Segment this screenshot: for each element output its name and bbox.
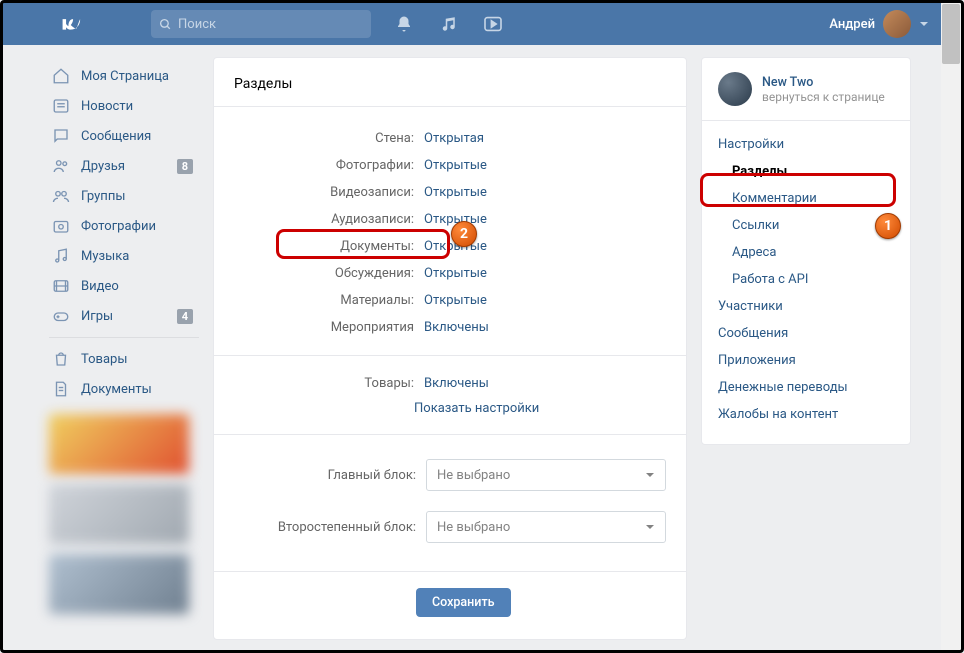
nav-music[interactable]: Музыка xyxy=(49,241,199,271)
row-wall: Стена:Открытая xyxy=(214,125,686,152)
left-sidebar: Моя Страница Новости Сообщения Друзья8 Г… xyxy=(49,57,199,614)
save-button[interactable]: Сохранить xyxy=(416,588,511,617)
games-icon xyxy=(51,306,71,326)
rnav-settings[interactable]: Настройки xyxy=(702,131,910,158)
nav-goods[interactable]: Товары xyxy=(49,344,199,374)
row-discussions: Обсуждения:Открытые xyxy=(214,260,686,287)
blurred-widget xyxy=(49,484,189,544)
video-icon xyxy=(51,276,71,296)
row-goods: Товары:Включены xyxy=(214,370,686,397)
badge: 8 xyxy=(177,159,193,174)
secondary-block-select[interactable]: Не выбрано xyxy=(426,511,666,543)
header-icons xyxy=(395,15,503,33)
msg-icon xyxy=(51,126,71,146)
home-icon xyxy=(51,66,71,86)
rnav-comments[interactable]: Комментарии xyxy=(702,185,910,212)
music-nav-icon xyxy=(51,246,71,266)
play-icon[interactable] xyxy=(483,16,503,32)
rnav-sections[interactable]: Разделы xyxy=(702,158,910,185)
rnav-addresses[interactable]: Адреса xyxy=(702,239,910,266)
blurred-widget xyxy=(49,414,189,474)
docs-icon xyxy=(51,379,71,399)
username: Андрей xyxy=(829,17,875,32)
shop-icon xyxy=(51,349,71,369)
blurred-widget xyxy=(49,554,189,614)
chevron-down-icon xyxy=(919,19,929,29)
row-docs: Документы:Открытые xyxy=(214,233,686,260)
callout-badge-2: 2 xyxy=(451,221,477,247)
nav-photos[interactable]: Фотографии xyxy=(49,211,199,241)
badge: 4 xyxy=(177,309,193,324)
row-videos: Видеозаписи:Открытые xyxy=(214,179,686,206)
groups-icon xyxy=(51,186,71,206)
chevron-down-icon xyxy=(645,470,655,480)
row-events: МероприятияВключены xyxy=(214,314,686,341)
chevron-down-icon xyxy=(645,522,655,532)
avatar xyxy=(883,10,911,38)
user-menu[interactable]: Андрей xyxy=(829,10,929,38)
nav-friends[interactable]: Друзья8 xyxy=(49,151,199,181)
back-link[interactable]: вернуться к странице xyxy=(762,90,885,104)
music-icon[interactable] xyxy=(439,15,457,33)
group-name: New Two xyxy=(762,75,885,90)
rnav-messages[interactable]: Сообщения xyxy=(702,320,910,347)
search-input[interactable]: Поиск xyxy=(151,10,371,38)
main-panel: Разделы Стена:Открытая Фотографии:Открыт… xyxy=(213,57,687,640)
nav-docs[interactable]: Документы xyxy=(49,374,199,404)
group-header[interactable]: New Two вернуться к странице xyxy=(702,72,910,120)
main-block-select[interactable]: Не выбрано xyxy=(426,459,666,491)
search-icon xyxy=(159,18,172,31)
callout-badge-1: 1 xyxy=(875,213,901,239)
secondary-block-row: Второстепенный блок: Не выбрано xyxy=(214,501,686,553)
nav-groups[interactable]: Группы xyxy=(49,181,199,211)
bell-icon[interactable] xyxy=(395,15,413,33)
rnav-members[interactable]: Участники xyxy=(702,293,910,320)
nav-messages[interactable]: Сообщения xyxy=(49,121,199,151)
row-audios: Аудиозаписи:Открытые xyxy=(214,206,686,233)
top-header: Поиск Андрей xyxy=(3,3,941,45)
nav-video[interactable]: Видео xyxy=(49,271,199,301)
scrollbar-thumb[interactable] xyxy=(942,4,960,64)
nav-games[interactable]: Игры4 xyxy=(49,301,199,331)
rnav-money[interactable]: Денежные переводы xyxy=(702,374,910,401)
rnav-api[interactable]: Работа с API xyxy=(702,266,910,293)
page-title: Разделы xyxy=(214,58,686,107)
row-photos: Фотографии:Открытые xyxy=(214,152,686,179)
search-placeholder: Поиск xyxy=(178,17,216,32)
photo-icon xyxy=(51,216,71,236)
vk-logo[interactable] xyxy=(55,11,83,43)
scrollbar[interactable] xyxy=(941,3,961,650)
right-panel: New Two вернуться к странице Настройки Р… xyxy=(701,57,911,445)
news-icon xyxy=(51,96,71,116)
nav-news[interactable]: Новости xyxy=(49,91,199,121)
nav-my-page[interactable]: Моя Страница xyxy=(49,61,199,91)
friends-icon xyxy=(51,156,71,176)
rnav-apps[interactable]: Приложения xyxy=(702,347,910,374)
show-settings-link[interactable]: Показать настройки xyxy=(214,397,686,434)
row-materials: Материалы:Открытые xyxy=(214,287,686,314)
main-block-row: Главный блок: Не выбрано xyxy=(214,449,686,501)
group-avatar xyxy=(718,72,752,106)
rnav-complaints[interactable]: Жалобы на контент xyxy=(702,401,910,428)
